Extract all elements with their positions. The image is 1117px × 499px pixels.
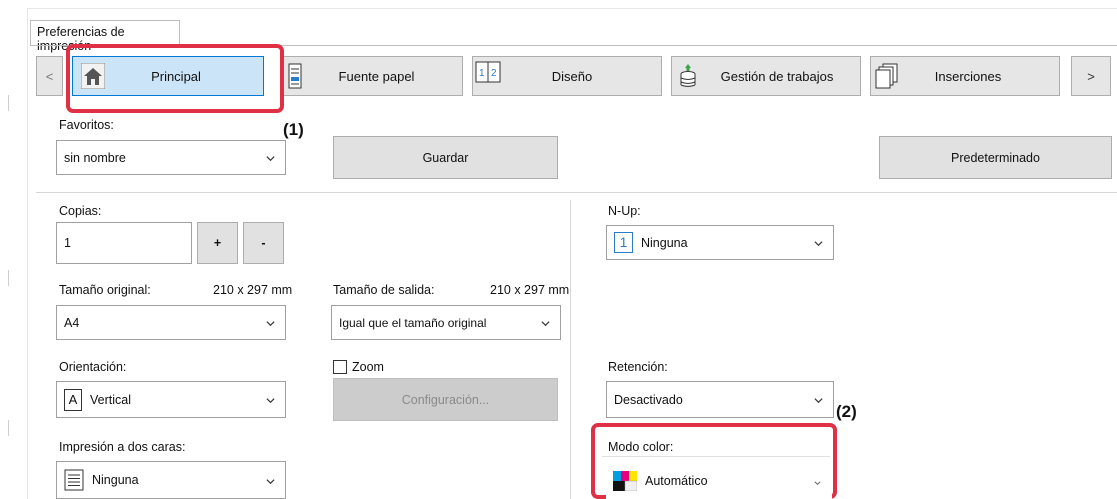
color-mode-underline: [602, 456, 830, 457]
tab-scroll-right-button[interactable]: >: [1071, 56, 1111, 96]
copies-label: Copias:: [59, 204, 102, 218]
dialog-tab-title[interactable]: Preferencias de impresión: [30, 20, 180, 53]
original-size-select[interactable]: A4: [56, 305, 286, 340]
copies-decrement-button[interactable]: -: [243, 222, 284, 264]
tab-fuente-papel[interactable]: Fuente papel: [282, 56, 463, 96]
chevron-down-icon: [814, 481, 821, 486]
configuration-button-label: Configuración...: [401, 392, 490, 407]
tab-gestion-trabajos[interactable]: Gestión de trabajos: [671, 56, 861, 96]
retention-select[interactable]: Desactivado: [606, 381, 834, 418]
frame-mark: [8, 270, 9, 286]
color-mode-value: Automático: [645, 474, 708, 488]
color-mode-label: Modo color:: [608, 440, 674, 454]
plus-icon: +: [213, 236, 222, 250]
frame-mark: [8, 95, 9, 111]
save-button-label: Guardar: [422, 150, 469, 165]
tab-inserciones[interactable]: Inserciones: [870, 56, 1060, 96]
section-divider: [36, 192, 1117, 193]
output-size-dimensions: 210 x 297 mm: [490, 283, 570, 297]
chevron-down-icon: [266, 398, 275, 404]
color-mode-select[interactable]: Automático: [606, 463, 832, 499]
tab-label: Diseño: [551, 68, 593, 84]
color-squares-icon: [613, 471, 637, 491]
favorites-label: Favoritos:: [59, 118, 114, 132]
tab-label: Fuente papel: [338, 68, 415, 84]
duplex-page-icon: [64, 469, 84, 491]
nup-icon: 1: [614, 232, 633, 253]
chevron-down-icon: [814, 398, 823, 404]
output-size-value: Igual que el tamaño original: [339, 315, 487, 330]
chevron-down-icon: [541, 321, 550, 327]
default-button[interactable]: Predeterminado: [879, 136, 1112, 179]
nup-label: N-Up:: [608, 204, 641, 218]
duplex-value: Ninguna: [92, 473, 139, 487]
tab-label: Inserciones: [934, 68, 1002, 84]
layout-icon: 1 2: [475, 61, 501, 83]
chevron-right-icon: >: [1087, 68, 1095, 84]
nup-select[interactable]: 1 Ninguna: [606, 225, 834, 260]
tab-label: Gestión de trabajos: [720, 68, 834, 84]
tab-diseno[interactable]: 1 2 Diseño: [472, 56, 662, 96]
chevron-down-icon: [814, 241, 823, 247]
minus-icon: -: [261, 236, 266, 250]
orientation-select[interactable]: A Vertical: [56, 381, 286, 418]
copies-value: 1: [64, 236, 71, 250]
frame-mark: [8, 420, 9, 436]
original-size-dimensions: 210 x 297 mm: [213, 283, 293, 297]
chevron-down-icon: [266, 479, 275, 485]
svg-text:1: 1: [479, 68, 485, 79]
copies-input[interactable]: 1: [56, 222, 192, 264]
job-stack-icon: [680, 64, 696, 87]
zoom-checkbox[interactable]: [333, 360, 347, 374]
nup-value: Ninguna: [641, 235, 688, 250]
duplex-select[interactable]: Ninguna: [56, 461, 286, 499]
tab-scroll-left-button[interactable]: <: [36, 56, 63, 96]
chevron-down-icon: [266, 156, 275, 162]
original-size-value: A4: [64, 315, 80, 330]
window-frame-left: [27, 8, 28, 499]
zoom-configuration-button[interactable]: Configuración...: [333, 378, 558, 421]
chevron-left-icon: <: [45, 68, 54, 84]
portrait-icon: A: [64, 388, 82, 411]
chevron-down-icon: [266, 321, 275, 327]
callout-highlight-1: [66, 44, 284, 113]
save-button[interactable]: Guardar: [333, 136, 558, 179]
column-divider: [570, 200, 571, 499]
orientation-value: Vertical: [90, 392, 131, 407]
window-frame-top: [27, 8, 1117, 9]
output-size-select[interactable]: Igual que el tamaño original: [331, 305, 561, 340]
favorites-select[interactable]: sin nombre: [56, 140, 286, 175]
default-button-label: Predeterminado: [951, 150, 1040, 165]
retention-value: Desactivado: [614, 392, 683, 407]
callout-label-2: (2): [836, 402, 857, 421]
favorites-value: sin nombre: [64, 150, 126, 165]
output-size-label: Tamaño de salida:: [333, 283, 435, 297]
orientation-label: Orientación:: [59, 360, 127, 374]
insert-pages-icon: [875, 63, 898, 89]
original-size-label: Tamaño original:: [59, 283, 151, 297]
callout-label-1: (1): [283, 120, 304, 139]
copies-increment-button[interactable]: +: [197, 222, 238, 264]
paper-tray-icon: [288, 63, 302, 89]
retention-label: Retención:: [608, 360, 668, 374]
svg-text:2: 2: [491, 68, 497, 79]
zoom-label: Zoom: [352, 360, 384, 374]
duplex-label: Impresión a dos caras:: [59, 440, 186, 454]
